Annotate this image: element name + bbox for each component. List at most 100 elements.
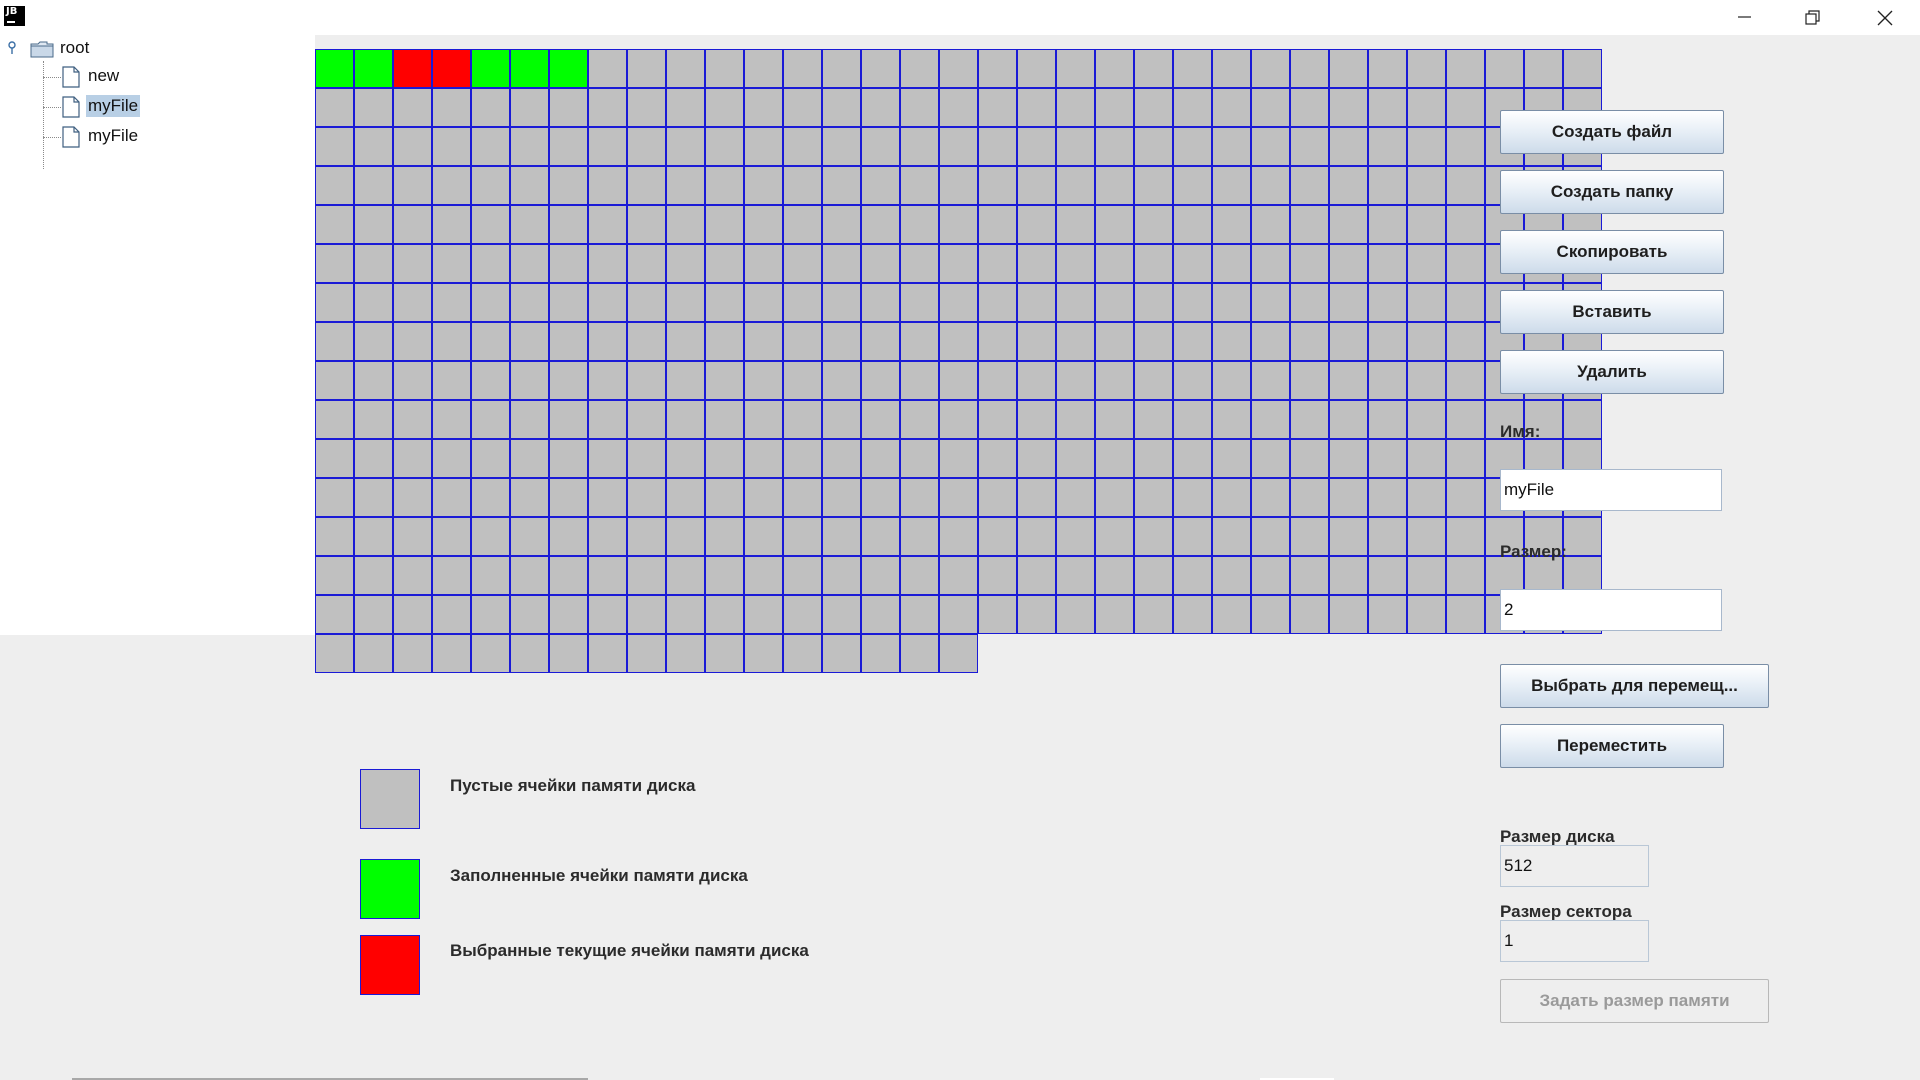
disk-cell-empty xyxy=(1251,127,1290,166)
disk-cell-empty xyxy=(1095,244,1134,283)
disk-cell-empty xyxy=(354,166,393,205)
disk-cell-empty xyxy=(354,556,393,595)
create-folder-button[interactable]: Создать папку xyxy=(1500,170,1724,214)
disk-cell-empty xyxy=(588,517,627,556)
disk-cell-empty xyxy=(666,595,705,634)
tree-node-file[interactable]: myFile xyxy=(62,125,262,149)
disk-cell-empty xyxy=(822,244,861,283)
tree-node-file-selected[interactable]: myFile xyxy=(62,95,262,119)
disk-cell-empty xyxy=(549,166,588,205)
disk-cell-empty xyxy=(1329,49,1368,88)
disk-cell-empty xyxy=(1095,205,1134,244)
disk-cell-empty xyxy=(471,556,510,595)
sector-size-field[interactable]: 1 xyxy=(1500,920,1649,962)
size-field[interactable]: 2 xyxy=(1500,589,1722,631)
disk-cell-empty xyxy=(939,49,978,88)
disk-cell-empty xyxy=(861,88,900,127)
disk-cell-empty xyxy=(1485,49,1524,88)
disk-cell-empty xyxy=(393,283,432,322)
disk-cell-empty xyxy=(822,595,861,634)
legend-empty-swatch xyxy=(360,769,420,829)
disk-cell-empty xyxy=(1446,166,1485,205)
disk-size-field[interactable]: 512 xyxy=(1500,845,1649,887)
disk-cell-empty xyxy=(1251,478,1290,517)
disk-cell-empty xyxy=(1095,556,1134,595)
delete-button[interactable]: Удалить xyxy=(1500,350,1724,394)
name-field[interactable]: myFile xyxy=(1500,469,1722,511)
disk-cell-empty xyxy=(432,478,471,517)
disk-cell-empty xyxy=(861,595,900,634)
disk-cell-empty xyxy=(1056,595,1095,634)
disk-cell-empty xyxy=(315,244,354,283)
disk-cell-empty xyxy=(861,556,900,595)
disk-cell-empty xyxy=(627,478,666,517)
file-icon xyxy=(62,96,80,118)
disk-cell-empty xyxy=(900,127,939,166)
disk-cell-empty xyxy=(1134,595,1173,634)
tree-node-file[interactable]: new xyxy=(62,65,262,89)
disk-cell-empty xyxy=(666,244,705,283)
disk-cell-empty xyxy=(783,49,822,88)
disk-cell-empty xyxy=(978,49,1017,88)
disk-cell-empty xyxy=(588,478,627,517)
disk-cell-empty xyxy=(978,205,1017,244)
disk-cell-empty xyxy=(627,127,666,166)
create-file-button[interactable]: Создать файл xyxy=(1500,110,1724,154)
disk-cell-empty xyxy=(588,595,627,634)
restore-button[interactable] xyxy=(1778,0,1846,33)
close-button[interactable] xyxy=(1850,0,1918,33)
disk-cell-empty xyxy=(1134,361,1173,400)
disk-cell-empty xyxy=(744,127,783,166)
disk-cell-empty xyxy=(1563,517,1602,556)
disk-cell-empty xyxy=(1173,595,1212,634)
disk-cell-empty xyxy=(471,400,510,439)
disk-cell-empty xyxy=(1095,400,1134,439)
disk-cell-empty xyxy=(900,400,939,439)
disk-cell-empty xyxy=(1446,322,1485,361)
disk-cell-empty xyxy=(1212,322,1251,361)
copy-button[interactable]: Скопировать xyxy=(1500,230,1724,274)
move-button[interactable]: Переместить xyxy=(1500,724,1724,768)
disk-cell-empty xyxy=(1329,400,1368,439)
disk-cell-empty xyxy=(1017,478,1056,517)
disk-cell-empty xyxy=(1017,88,1056,127)
disk-cell-empty xyxy=(1212,205,1251,244)
tree-expand-handle-icon[interactable] xyxy=(6,41,18,55)
disk-cell-empty xyxy=(393,166,432,205)
disk-cell-empty xyxy=(549,361,588,400)
disk-cell-empty xyxy=(1212,244,1251,283)
disk-cell-empty xyxy=(705,49,744,88)
disk-cell-empty xyxy=(1134,127,1173,166)
legend-empty-text: Пустые ячейки памяти диска xyxy=(450,776,696,795)
disk-cell-empty xyxy=(1368,400,1407,439)
minimize-button[interactable] xyxy=(1710,0,1778,33)
disk-cell-empty xyxy=(549,283,588,322)
disk-cell-empty xyxy=(939,166,978,205)
disk-cell-empty xyxy=(1056,49,1095,88)
paste-button[interactable]: Вставить xyxy=(1500,290,1724,334)
disk-cell-empty xyxy=(1368,127,1407,166)
disk-cell-empty xyxy=(432,556,471,595)
disk-cell-empty xyxy=(822,205,861,244)
disk-cell-empty xyxy=(432,322,471,361)
disk-cell-empty xyxy=(1134,166,1173,205)
disk-cell-empty xyxy=(744,478,783,517)
disk-cell-empty xyxy=(1134,478,1173,517)
disk-cell-empty xyxy=(1446,478,1485,517)
file-tree[interactable]: root new myFile myFile xyxy=(0,33,315,635)
disk-cell-empty xyxy=(1173,517,1212,556)
disk-cell-empty xyxy=(822,283,861,322)
legend-selected-swatch xyxy=(360,935,420,995)
disk-cell-empty xyxy=(471,517,510,556)
disk-cell-empty xyxy=(1173,361,1212,400)
disk-cell-empty xyxy=(744,556,783,595)
tree-node-root[interactable]: root xyxy=(30,37,230,61)
set-memory-size-button[interactable]: Задать размер памяти xyxy=(1500,979,1769,1023)
disk-cell-empty xyxy=(1290,595,1329,634)
disk-cell-empty xyxy=(1173,322,1212,361)
disk-cell-empty xyxy=(432,517,471,556)
select-for-move-button[interactable]: Выбрать для перемещ... xyxy=(1500,664,1769,708)
disk-cell-empty xyxy=(471,361,510,400)
sector-size-label: Размер сектора xyxy=(1500,902,1632,921)
disk-cell-empty xyxy=(1368,205,1407,244)
